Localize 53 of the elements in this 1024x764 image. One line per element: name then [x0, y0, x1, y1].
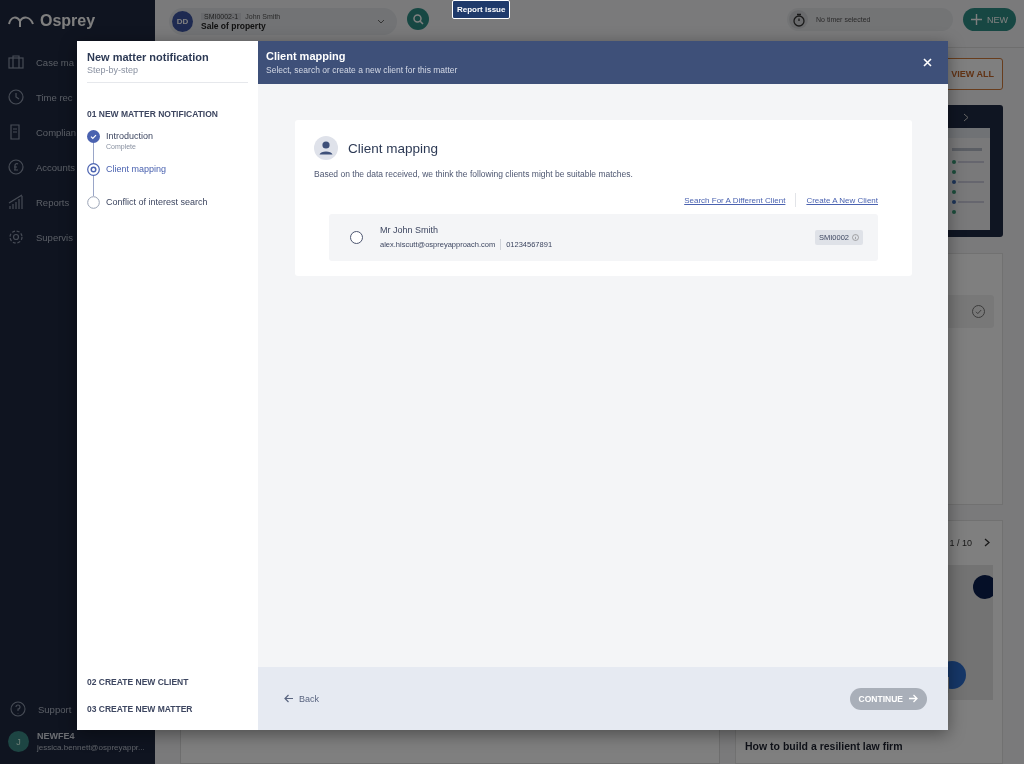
pound-icon[interactable]	[8, 159, 24, 175]
search-icon	[412, 13, 424, 25]
close-icon	[923, 58, 932, 67]
nav-item[interactable]: Time rec	[36, 91, 73, 103]
step-label[interactable]: Conflict of interest search	[106, 197, 208, 207]
plus-icon	[971, 14, 982, 25]
step-label[interactable]: Introduction	[106, 131, 154, 141]
back-link[interactable]: Back	[284, 693, 319, 704]
article-title[interactable]: How to build a resilient law firm	[745, 740, 992, 752]
step-label[interactable]: Client mapping	[106, 164, 167, 174]
nav-item[interactable]: Supervis	[36, 231, 73, 243]
logo-icon	[8, 14, 34, 28]
search-button[interactable]	[407, 8, 429, 30]
section-heading[interactable]: 02 CREATE NEW CLIENT	[87, 677, 248, 687]
wizard-title: New matter notification	[87, 51, 210, 63]
section-heading[interactable]: 01 NEW MATTER NOTIFICATION	[87, 109, 218, 119]
arrow-right-icon	[908, 694, 918, 703]
arrow-left-icon	[284, 694, 294, 703]
stopwatch-icon	[791, 12, 806, 27]
user-name: NEWFE4	[37, 731, 76, 741]
support-link[interactable]: Support	[38, 703, 72, 715]
report-issue-button[interactable]: Report issue	[452, 0, 511, 19]
logo-text: Osprey	[40, 12, 96, 30]
new-button[interactable]: NEW	[963, 8, 1016, 31]
person-icon	[314, 136, 338, 160]
chevron-right-icon[interactable]	[984, 538, 990, 547]
help-icon[interactable]	[10, 701, 26, 717]
briefcase-icon[interactable]	[8, 54, 24, 70]
section-heading[interactable]: 03 CREATE NEW MATTER	[87, 704, 248, 714]
wizard-subtitle: Step-by-step	[87, 65, 140, 75]
check-circle-icon[interactable]	[972, 305, 985, 318]
clock-icon[interactable]	[8, 89, 24, 105]
description: Based on the data received, we think the following clients might be suitable matches.	[314, 169, 634, 179]
close-button[interactable]	[921, 56, 934, 69]
bar-chart-icon[interactable]	[8, 194, 24, 210]
matter-avatar: DD	[172, 11, 193, 32]
gear-icon[interactable]	[8, 229, 24, 245]
nav-item[interactable]: Accounts	[36, 161, 76, 173]
info-icon	[852, 234, 859, 241]
action-link[interactable]: Search For A Different Client	[684, 195, 786, 205]
card-title: Client mapping	[348, 140, 439, 156]
chevron-down-icon	[377, 19, 385, 24]
nav-item[interactable]: Complian	[36, 126, 77, 138]
pager-count: 1 / 10	[949, 537, 972, 548]
user-avatar[interactable]: J	[8, 731, 29, 752]
radio-button[interactable]	[350, 231, 363, 244]
matter-title: Sale of property	[201, 20, 267, 31]
user-email: jessica.bennett@ospreyappr...	[37, 743, 145, 752]
client-name: Mr John Smith	[380, 225, 440, 235]
dialog-subtitle: Select, search or create a new client for this matter	[266, 65, 458, 75]
nav-item[interactable]: Reports	[36, 196, 70, 208]
dialog-title: Client mapping	[266, 50, 347, 62]
action-link[interactable]: Create A New Client	[806, 195, 878, 205]
